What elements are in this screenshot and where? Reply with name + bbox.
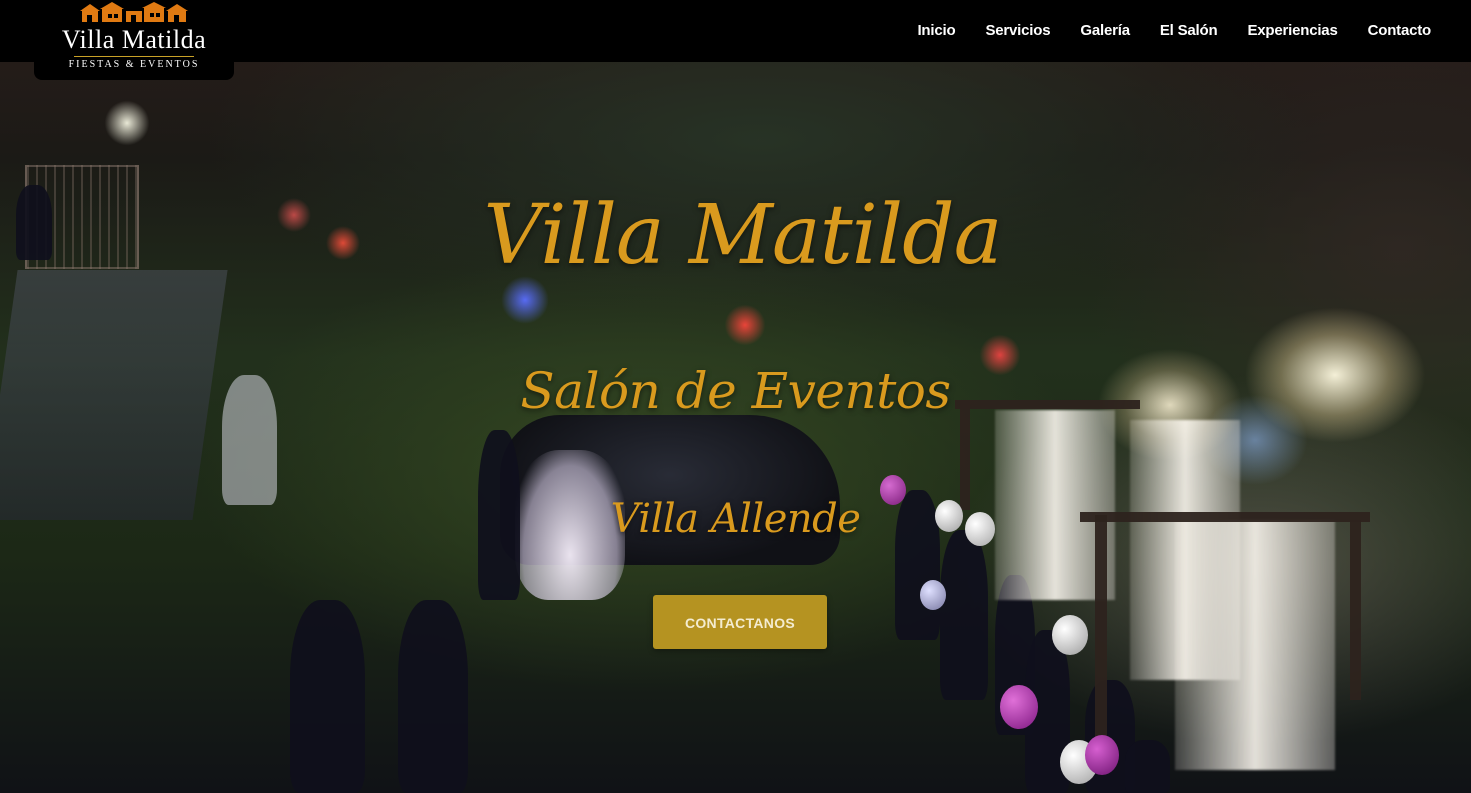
nav-link-inicio[interactable]: Inicio — [887, 0, 955, 62]
gazebo-beam — [1350, 520, 1361, 700]
balloon — [1000, 685, 1038, 729]
hero-location: Villa Allende — [610, 496, 861, 542]
hero-title: Villa Matilda — [483, 188, 1002, 283]
nav-link-galeria[interactable]: Galería — [1050, 0, 1130, 62]
balloon — [920, 580, 946, 610]
nav-link-servicios[interactable]: Servicios — [955, 0, 1050, 62]
nav-link-contacto[interactable]: Contacto — [1338, 0, 1432, 62]
main-nav: Inicio Servicios Galería El Salón Experi… — [887, 0, 1431, 62]
balloon — [1085, 735, 1119, 775]
hero-subtitle: Salón de Eventos — [520, 362, 951, 420]
logo-divider — [74, 56, 194, 57]
guest-figure — [290, 600, 365, 793]
balloon — [1052, 615, 1088, 655]
page: Inicio Servicios Galería El Salón Experi… — [0, 0, 1471, 793]
contact-cta-button[interactable]: CONTACTANOS — [653, 595, 827, 649]
nav-link-el-salon[interactable]: El Salón — [1130, 0, 1218, 62]
gazebo-curtain — [1175, 520, 1335, 770]
logo-wordmark: Villa Matilda — [61, 25, 207, 54]
site-logo[interactable]: Villa Matilda FIESTAS & EVENTOS — [34, 0, 234, 80]
nav-link-experiencias[interactable]: Experiencias — [1217, 0, 1337, 62]
house-skyline-icon — [80, 2, 188, 22]
logo-tagline: FIESTAS & EVENTOS — [68, 59, 200, 70]
gazebo-beam — [1095, 515, 1107, 745]
guest-figure — [398, 600, 468, 793]
